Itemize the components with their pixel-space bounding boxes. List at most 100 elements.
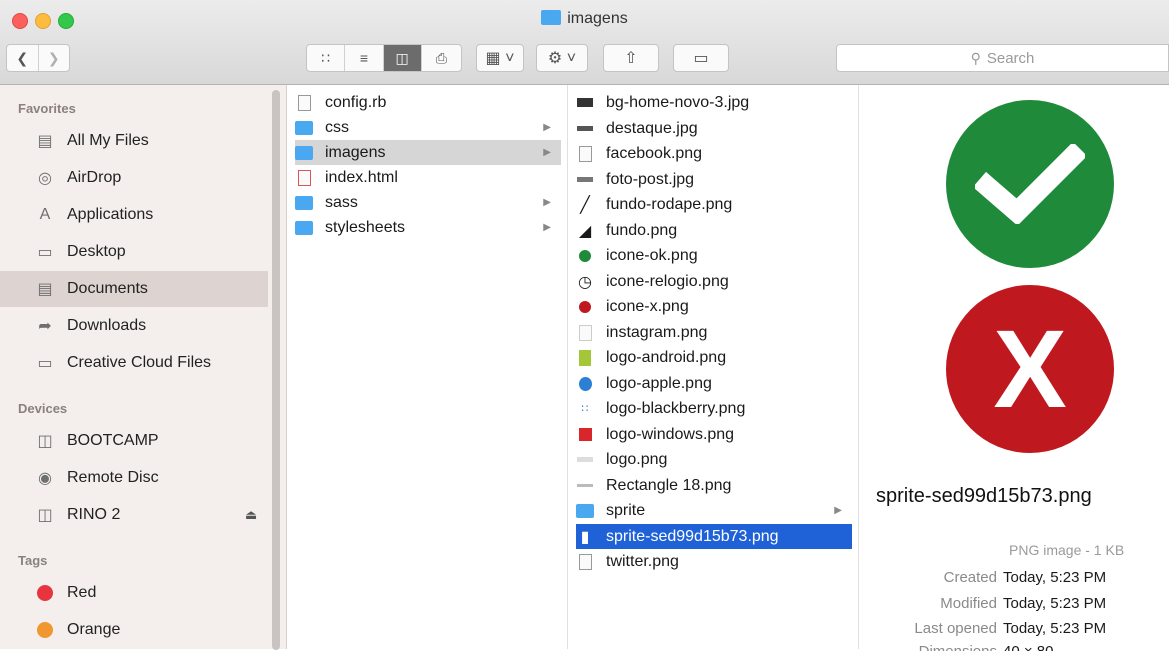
sidebar-item-creative-cloud-files[interactable]: ▭ Creative Cloud Files xyxy=(0,345,268,381)
image-file-icon xyxy=(576,121,594,137)
sidebar-item-downloads[interactable]: ➦ Downloads xyxy=(0,308,268,344)
sidebar-item-all-my-files[interactable]: ▤ All My Files xyxy=(0,123,268,159)
sidebar-item-documents[interactable]: ▤ Documents xyxy=(0,271,268,307)
x-preview-icon: X xyxy=(946,285,1114,453)
share-button[interactable]: ⇧ xyxy=(603,44,659,72)
check-icon xyxy=(975,144,1085,224)
orange-tag-icon xyxy=(34,619,56,641)
list-item[interactable]: ╱ fundo-rodape.png xyxy=(576,192,852,217)
favorites-header: Favorites xyxy=(18,101,76,116)
sidebar-scrollbar[interactable] xyxy=(272,90,280,650)
list-item[interactable]: logo.png xyxy=(576,447,852,472)
red-tag-icon xyxy=(34,582,56,604)
arrange-button[interactable]: ▦ ˅ xyxy=(476,44,524,72)
list-item[interactable]: logo-apple.png xyxy=(576,371,852,396)
meta-last-opened: Last opened Today, 5:23 PM xyxy=(914,620,1107,637)
folder-icon xyxy=(541,10,562,25)
apple-icon xyxy=(576,376,594,392)
disclosure-arrow-icon: ▶ xyxy=(543,122,551,133)
file-icon xyxy=(295,94,313,111)
list-item[interactable]: icone-x.png xyxy=(576,294,852,319)
disk-icon: ◫ xyxy=(37,433,53,450)
column-view-button[interactable]: ◫ xyxy=(383,45,422,71)
desktop-icon: ▭ xyxy=(37,244,53,261)
sidebar-item-rino-2[interactable]: ◫ RINO 2 ⏏ xyxy=(0,497,268,533)
list-item[interactable]: Rectangle 18.png xyxy=(576,473,852,498)
list-item[interactable]: ∷ logo-blackberry.png xyxy=(576,396,852,421)
sidebar-item-remote-disc[interactable]: ◉ Remote Disc xyxy=(0,460,268,496)
image-file-icon xyxy=(576,553,594,570)
disclosure-arrow-icon: ▶ xyxy=(543,222,551,233)
tags-header: Tags xyxy=(18,553,48,568)
list-item[interactable]: icone-ok.png xyxy=(576,243,852,268)
icon-view-button[interactable]: ∷ xyxy=(307,45,346,71)
cover-flow-button[interactable]: ⎙ xyxy=(422,45,461,71)
column-project: config.rb css ▶ imagens ▶ index.html sas… xyxy=(287,85,568,649)
image-file-icon: ╱ xyxy=(580,196,590,214)
image-file-icon xyxy=(576,145,594,162)
windows-icon xyxy=(576,427,594,443)
list-view-button[interactable]: ≡ xyxy=(345,45,384,71)
x-circle-icon xyxy=(576,299,594,315)
back-button[interactable]: ❮ xyxy=(7,45,39,71)
list-item[interactable]: destaque.jpg xyxy=(576,116,852,141)
airdrop-icon: ◎ xyxy=(38,170,52,187)
image-file-icon xyxy=(576,478,594,494)
image-file-icon xyxy=(576,324,594,341)
list-item[interactable]: ◢ fundo.png xyxy=(576,218,852,243)
back-forward-buttons: ❮ ❯ xyxy=(6,44,70,72)
check-circle-icon xyxy=(576,248,594,264)
disk-icon: ◫ xyxy=(37,507,53,524)
tags-button[interactable]: ▭ xyxy=(673,44,729,72)
sidebar-item-desktop[interactable]: ▭ Desktop xyxy=(0,234,268,270)
meta-created: Created Today, 5:23 PM xyxy=(943,569,1107,586)
list-item[interactable]: logo-windows.png xyxy=(576,422,852,447)
android-icon xyxy=(576,349,594,366)
list-item[interactable]: sprite ▶ xyxy=(576,498,852,523)
meta-modified: Modified Today, 5:23 PM xyxy=(940,595,1107,612)
sidebar-item-applications[interactable]: A Applications xyxy=(0,197,268,233)
sidebar-item-tag-orange[interactable]: Orange xyxy=(0,612,268,648)
list-item[interactable]: sass ▶ xyxy=(295,190,561,215)
list-item[interactable]: index.html xyxy=(295,165,561,190)
clock-icon: ◷ xyxy=(578,273,592,291)
sidebar-item-tag-red[interactable]: Red xyxy=(0,575,268,611)
window-title: imagens xyxy=(0,10,1169,28)
html-file-icon xyxy=(295,169,313,186)
image-file-icon xyxy=(576,95,594,111)
forward-button[interactable]: ❯ xyxy=(39,45,70,71)
list-item[interactable]: instagram.png xyxy=(576,320,852,345)
sidebar-item-bootcamp[interactable]: ◫ BOOTCAMP xyxy=(0,423,268,459)
list-item[interactable]: bg-home-novo-3.jpg xyxy=(576,90,852,115)
search-field[interactable]: ⚲ Search xyxy=(836,44,1169,72)
applications-icon: A xyxy=(39,206,51,223)
blackberry-icon: ∷ xyxy=(581,403,589,415)
disclosure-arrow-icon: ▶ xyxy=(543,147,551,158)
view-mode-segment: ∷ ≡ ◫ ⎙ xyxy=(306,44,462,72)
folder-icon: ▭ xyxy=(37,355,53,372)
disclosure-arrow-icon: ▶ xyxy=(834,505,842,516)
list-item[interactable]: facebook.png xyxy=(576,141,852,166)
disc-icon: ◉ xyxy=(38,470,52,487)
eject-icon[interactable]: ⏏ xyxy=(245,507,257,523)
list-item[interactable]: ▮ sprite-sed99d15b73.png xyxy=(576,524,852,549)
list-item[interactable]: ◷ icone-relogio.png xyxy=(576,269,852,294)
sidebar-item-airdrop[interactable]: ◎ AirDrop xyxy=(0,160,268,196)
image-file-icon xyxy=(576,172,594,188)
list-item[interactable]: stylesheets ▶ xyxy=(295,215,561,240)
action-gear-button[interactable]: ⚙ ˅ xyxy=(536,44,588,72)
list-item[interactable]: config.rb xyxy=(295,90,561,115)
list-item[interactable]: css ▶ xyxy=(295,115,561,140)
devices-header: Devices xyxy=(18,401,68,416)
disclosure-arrow-icon: ▶ xyxy=(543,197,551,208)
preview-pane: X sprite-sed99d15b73.png PNG image - 1 K… xyxy=(859,85,1169,651)
preview-filename: sprite-sed99d15b73.png xyxy=(876,485,1092,507)
list-item[interactable]: imagens ▶ xyxy=(295,140,561,165)
list-item[interactable]: logo-android.png xyxy=(576,345,852,370)
downloads-icon: ➦ xyxy=(38,318,52,335)
list-item[interactable]: twitter.png xyxy=(576,549,852,574)
image-file-icon: ◢ xyxy=(578,222,592,240)
sprite-file-icon: ▮ xyxy=(580,528,590,546)
list-item[interactable]: foto-post.jpg xyxy=(576,167,852,192)
image-file-icon xyxy=(576,452,594,468)
